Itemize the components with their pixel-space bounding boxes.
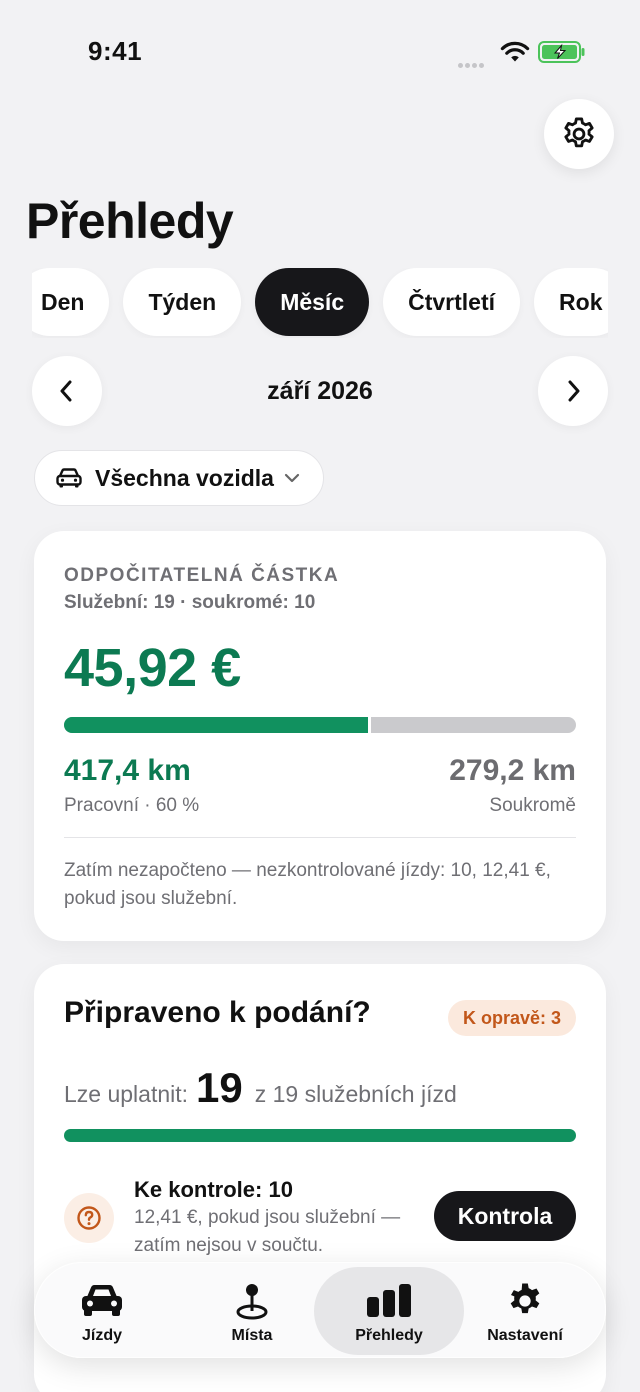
deduction-heading: ODPOČITATELNÁ ČÁSTKA: [64, 565, 340, 586]
settings-button[interactable]: [544, 99, 614, 169]
gear-icon: [510, 1283, 540, 1314]
car-icon: [82, 1285, 122, 1316]
tab-overviews[interactable]: Přehledy: [314, 1267, 464, 1355]
status-bar: 9:41: [0, 0, 640, 100]
tab-day[interactable]: Den: [32, 268, 110, 336]
car-icon: [56, 468, 82, 488]
status-time: 9:41: [88, 36, 143, 66]
divider: [64, 837, 576, 838]
chevron-down-icon: [284, 473, 300, 483]
bottom-tab-bar: Jízdy Místa Přehledy Nastavení: [34, 1262, 606, 1358]
map-pin-icon: [236, 1284, 268, 1320]
review-button[interactable]: Kontrola: [434, 1191, 576, 1241]
claim-count: 19: [196, 1064, 243, 1111]
tab-month[interactable]: Měsíc: [255, 268, 370, 336]
wifi-icon: [500, 41, 530, 62]
claim-summary: Lze uplatnit: 19 z 19 služebních jízd: [64, 1064, 457, 1112]
battery-charging-icon: [538, 41, 585, 63]
tab-overviews-label: Přehledy: [355, 1327, 423, 1344]
claim-progress-bar: [64, 1129, 576, 1142]
claim-suffix: z 19 služebních jízd: [254, 1081, 457, 1107]
tab-week[interactable]: Týden: [123, 268, 242, 336]
deduction-card: ODPOČITATELNÁ ČÁSTKA Služební: 19 · souk…: [34, 531, 606, 941]
ready-title: Připraveno k podání?: [64, 996, 371, 1029]
vehicle-filter-dropdown[interactable]: Všechna vozidla: [34, 450, 324, 506]
period-tabs: Den Týden Měsíc Čtvrtletí Rok: [32, 268, 608, 338]
review-description: 12,41 €, pokud jsou služební — zatím nej…: [134, 1207, 401, 1256]
tab-quarter[interactable]: Čtvrtletí: [383, 268, 521, 336]
tab-places[interactable]: Místa: [177, 1267, 327, 1355]
tab-year[interactable]: Rok: [534, 268, 608, 336]
signal-icon: [458, 55, 490, 68]
deduction-note: Zatím nezapočteno — nezkontrolované jízd…: [64, 860, 551, 909]
chevron-right-icon: [568, 380, 580, 402]
tab-settings-label: Nastavení: [487, 1327, 563, 1344]
tab-trips[interactable]: Jízdy: [27, 1267, 177, 1355]
review-title: Ke kontrole: 10: [134, 1177, 293, 1202]
page-title: Přehledy: [26, 193, 234, 249]
tab-trips-label: Jízdy: [81, 1327, 122, 1344]
bar-chart-icon: [367, 1284, 411, 1317]
work-km-value: 417,4 km: [64, 754, 191, 787]
private-km-label: Soukromě: [489, 795, 576, 816]
question-icon: [64, 1193, 114, 1243]
gear-icon: [564, 117, 594, 148]
deduction-subheading: Služební: 19 · soukromé: 10: [64, 592, 316, 613]
claim-prefix: Lze uplatnit:: [64, 1081, 189, 1107]
work-km-label: Pracovní · 60 %: [64, 795, 200, 816]
work-share-fill: [64, 717, 372, 733]
private-km-value: 279,2 km: [449, 754, 576, 787]
next-period-button[interactable]: [538, 356, 608, 426]
work-private-ratio-bar: [64, 717, 576, 733]
tab-places-label: Místa: [231, 1327, 273, 1344]
deduction-amount: 45,92 €: [64, 638, 241, 698]
vehicle-filter-label: Všechna vozidla: [95, 464, 274, 491]
needs-fix-badge[interactable]: K opravě: 3: [447, 1000, 576, 1036]
tab-settings[interactable]: Nastavení: [450, 1267, 600, 1355]
